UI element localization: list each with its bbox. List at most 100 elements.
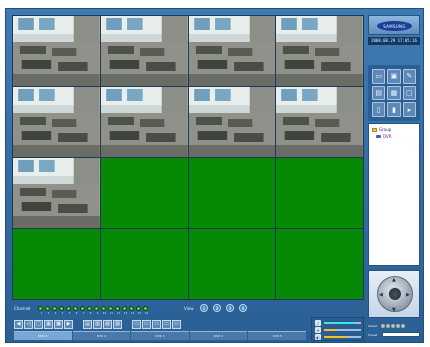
tree-item-dvr[interactable]: DVR <box>372 133 416 140</box>
layout-a-icon[interactable]: ▤ <box>83 319 92 329</box>
split-1-icon[interactable]: ▢ <box>34 319 43 329</box>
speed-level[interactable] <box>401 324 405 328</box>
ptz-up-icon[interactable]: ▲ <box>392 277 396 283</box>
camera-tile[interactable] <box>13 158 100 228</box>
channel-button[interactable]: 1 <box>38 305 43 315</box>
channel-button[interactable]: 12 <box>115 305 120 315</box>
more-icon[interactable]: ▸ <box>402 102 416 117</box>
camera-tile[interactable] <box>13 16 100 86</box>
channel-button[interactable]: 4 <box>59 305 64 315</box>
channel-button[interactable]: 9 <box>94 305 99 315</box>
tab-dvr-1[interactable]: DVR 1 <box>14 331 72 340</box>
view-button[interactable]: 1 <box>200 304 208 312</box>
speed-level[interactable] <box>386 324 390 328</box>
channel-button[interactable]: 15 <box>136 305 141 315</box>
video-icon[interactable]: ▭ <box>372 69 386 84</box>
camera-tile[interactable] <box>276 16 363 86</box>
speed-level[interactable] <box>396 324 400 328</box>
volume-slider[interactable]: ♪ <box>315 320 361 326</box>
rewind-icon[interactable]: ◀ <box>14 319 23 329</box>
empty-video-tile[interactable] <box>100 158 188 228</box>
ptz-right-icon[interactable]: ▶ <box>406 292 410 298</box>
contrast-slider[interactable]: ◐ <box>315 334 361 340</box>
ptz-left-icon[interactable]: ◀ <box>379 292 383 298</box>
slider-track[interactable] <box>324 329 361 331</box>
channel-button[interactable]: 16 <box>143 305 148 315</box>
channel-button[interactable]: 6 <box>73 305 78 315</box>
camera-tile[interactable] <box>188 87 276 157</box>
contrast-icon: ◐ <box>315 334 321 340</box>
datetime-display: 2008.08.29 17:05:16 <box>368 37 420 45</box>
channel-number: 9 <box>96 311 99 315</box>
tab-dvr-4[interactable]: DVR 4 <box>189 331 248 340</box>
camera-tile[interactable] <box>188 16 276 86</box>
save-icon[interactable]: ▦ <box>387 85 401 101</box>
ptz-speed: Speed <box>368 322 420 330</box>
camera-feed <box>13 87 100 157</box>
channel-button[interactable]: 11 <box>108 305 113 315</box>
folder-icon <box>372 127 377 132</box>
view-label: View <box>184 305 194 311</box>
camera-tile[interactable] <box>276 87 363 157</box>
empty-video-tile[interactable] <box>188 229 276 299</box>
speaker-icon: ♪ <box>315 320 321 326</box>
empty-video-tile[interactable] <box>188 158 276 228</box>
tab-dvr-5[interactable]: DVR 5 <box>248 331 306 340</box>
settings-icon[interactable]: ✎ <box>402 69 416 84</box>
prev-icon[interactable]: ◁ <box>24 319 33 329</box>
layout-c-icon[interactable]: ▧ <box>103 319 112 329</box>
slider-track[interactable] <box>324 336 361 338</box>
seq-5-icon[interactable]: ▭ <box>172 319 181 329</box>
tab-dvr-3[interactable]: DVR 3 <box>131 331 189 340</box>
channel-button[interactable]: 13 <box>122 305 127 315</box>
speed-label: Speed <box>368 324 378 328</box>
speed-level[interactable] <box>381 324 385 328</box>
playback-controls: ◀ ◁ ▢ ▦ ▩ ▶ ▤ ▥ ▧ ▨ ▭ ▭ ▭ ▭ ▭ <box>14 317 306 331</box>
seq-1-icon[interactable]: ▭ <box>132 319 141 329</box>
empty-video-tile[interactable] <box>276 158 363 228</box>
channel-button[interactable]: 14 <box>129 305 134 315</box>
camera-tile[interactable] <box>100 87 188 157</box>
side-panel: SAMSUNG 2008.08.29 17:05:16 ▭ ▣ ✎ ▤ ▦ ▢ … <box>368 15 420 338</box>
tools-icon[interactable]: ▮ <box>387 102 401 117</box>
empty-video-tile[interactable] <box>276 229 363 299</box>
camera-tile[interactable] <box>13 87 100 157</box>
brightness-slider[interactable]: ☀ <box>315 327 361 333</box>
empty-video-tile[interactable] <box>100 229 188 299</box>
tab-dvr-2[interactable]: DVR 2 <box>72 331 131 340</box>
view-button[interactable]: 4 <box>239 304 247 312</box>
preset-input[interactable] <box>382 332 420 337</box>
tree-item-group[interactable]: Group <box>372 126 416 133</box>
channel-number: 11 <box>109 311 114 315</box>
channel-button[interactable]: 2 <box>45 305 50 315</box>
view-button[interactable]: 3 <box>226 304 234 312</box>
seq-4-icon[interactable]: ▭ <box>162 319 171 329</box>
camera-feed <box>13 158 100 228</box>
slider-track[interactable] <box>324 322 361 324</box>
camera-tile[interactable] <box>100 16 188 86</box>
document-icon[interactable]: ▯ <box>372 102 386 117</box>
channel-button[interactable]: 5 <box>66 305 71 315</box>
channel-button[interactable]: 10 <box>101 305 106 315</box>
layout-b-icon[interactable]: ▥ <box>93 319 102 329</box>
next-icon[interactable]: ▶ <box>64 319 73 329</box>
monitor-icon[interactable]: ▤ <box>372 85 386 101</box>
channel-button[interactable]: 3 <box>52 305 57 315</box>
seq-3-icon[interactable]: ▭ <box>152 319 161 329</box>
empty-video-tile[interactable] <box>13 229 100 299</box>
ptz-down-icon[interactable]: ▼ <box>392 307 396 313</box>
channel-button[interactable]: 8 <box>87 305 92 315</box>
tree-item-label: Group <box>379 127 392 132</box>
split-9-icon[interactable]: ▩ <box>54 319 63 329</box>
channel-button[interactable]: 7 <box>80 305 85 315</box>
ptz-center-button[interactable] <box>388 287 402 301</box>
record-icon[interactable]: ▣ <box>387 69 401 84</box>
dvr-viewer-window: SAMSUNG 2008.08.29 17:05:16 ▭ ▣ ✎ ▤ ▦ ▢ … <box>5 8 424 343</box>
split-4-icon[interactable]: ▦ <box>44 319 53 329</box>
seq-2-icon[interactable]: ▭ <box>142 319 151 329</box>
window-icon[interactable]: ▢ <box>402 85 416 101</box>
speed-level[interactable] <box>391 324 395 328</box>
channel-number: 10 <box>102 311 107 315</box>
view-button[interactable]: 2 <box>213 304 221 312</box>
layout-d-icon[interactable]: ▨ <box>113 319 122 329</box>
